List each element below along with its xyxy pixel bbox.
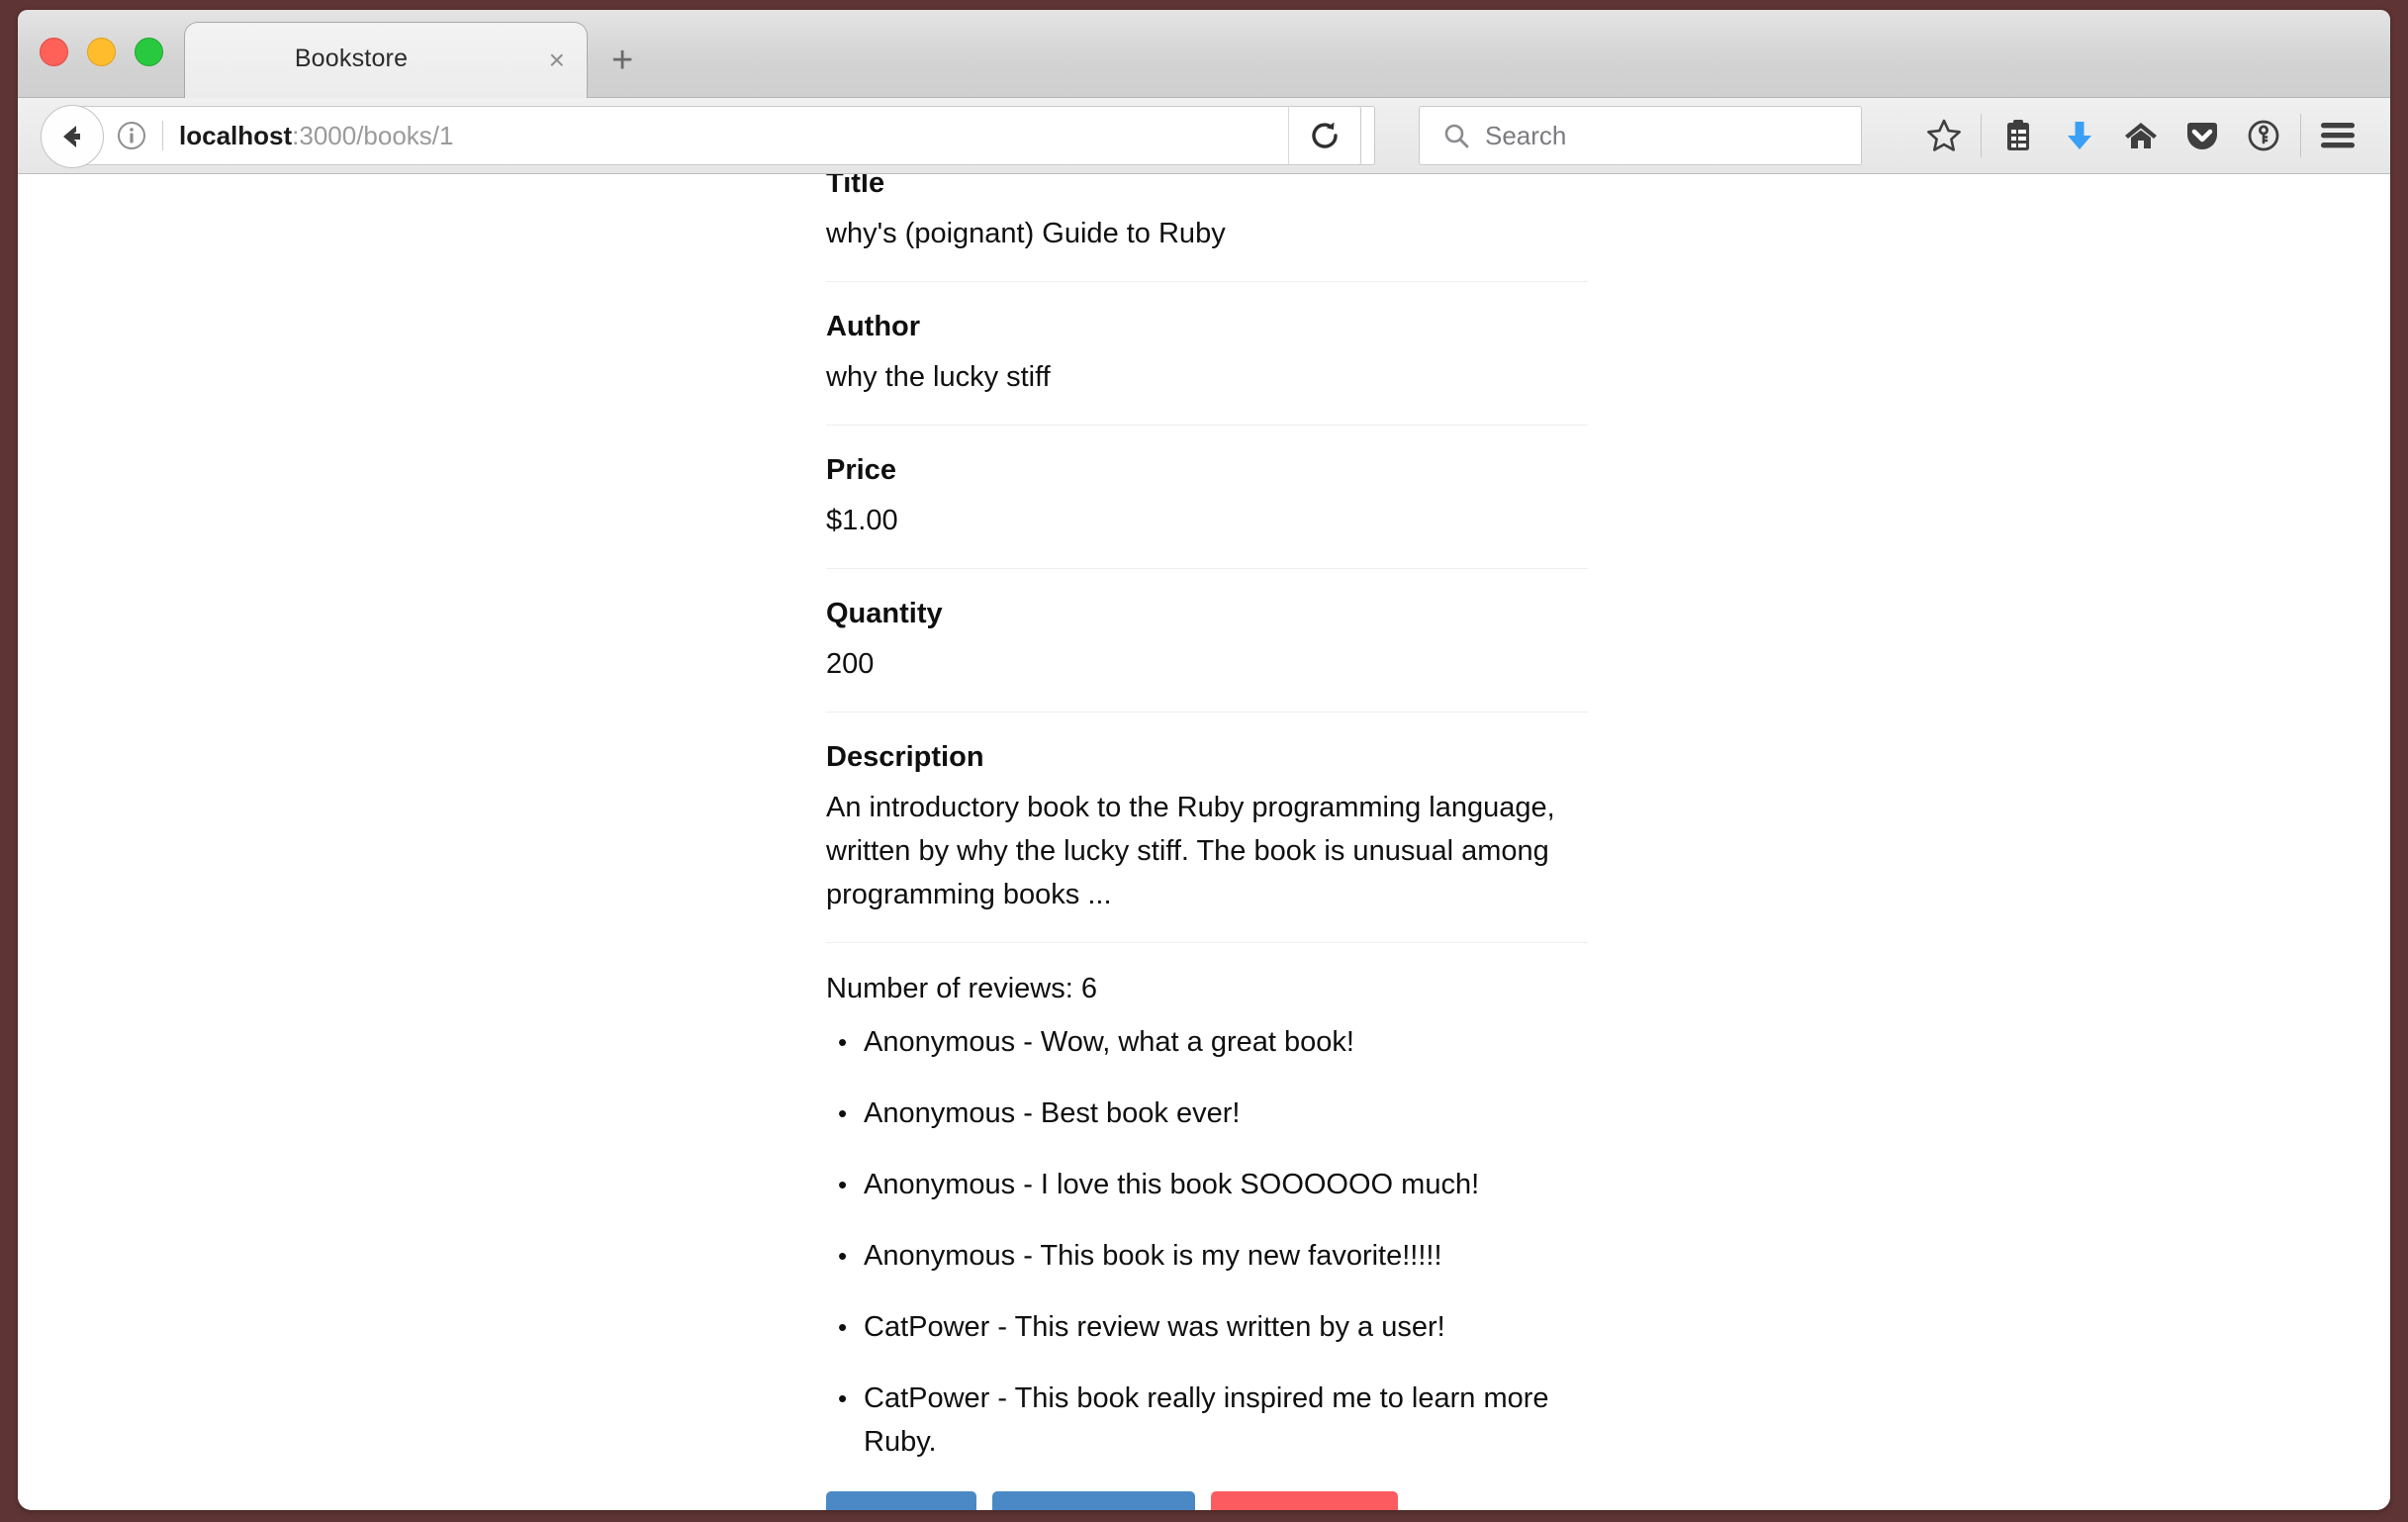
add-review-button[interactable]: Add a Review (992, 1491, 1195, 1510)
pocket-icon[interactable] (2172, 106, 2233, 165)
back-button[interactable] (41, 105, 104, 168)
action-buttons: Edit book Add a Review Delete Book (826, 1491, 1588, 1510)
search-placeholder: Search (1485, 120, 1567, 150)
list-item: Anonymous - Wow, what a great book! (826, 1020, 1588, 1064)
minimize-window-button[interactable] (87, 38, 116, 66)
tab-title: Bookstore (294, 45, 409, 72)
toolbar-icons (1913, 106, 2368, 165)
field-value: why's (poignant) Guide to Ruby (826, 218, 1226, 249)
field-label: Description (826, 741, 984, 773)
field-value: 200 (826, 648, 875, 680)
reviews-list: Anonymous - Wow, what a great book! Anon… (826, 1020, 1588, 1464)
tab-strip: Bookstore × + (18, 10, 2390, 98)
new-tab-button[interactable]: + (611, 42, 633, 79)
star-icon[interactable] (1913, 106, 1975, 165)
maximize-window-button[interactable] (135, 38, 163, 66)
field-label: Quantity (826, 598, 943, 629)
field-value: $1.00 (826, 505, 898, 536)
list-item: CatPower - This review was written by a … (826, 1305, 1588, 1349)
close-tab-icon[interactable]: × (549, 47, 565, 74)
reload-button[interactable] (1288, 106, 1361, 165)
url-text: localhost:3000/books/1 (179, 121, 454, 151)
search-bar[interactable]: Search (1419, 106, 1862, 165)
field-value: why the lucky stiff (826, 361, 1051, 393)
list-item: Anonymous - I love this book SOOOOOO muc… (826, 1163, 1588, 1206)
field-title: Title why's (poignant) Guide to Ruby (826, 174, 1588, 282)
password-manager-icon[interactable] (2233, 106, 2294, 165)
url-path: :3000/books/1 (292, 120, 454, 150)
window-controls (40, 38, 163, 66)
toolbar-separator-2 (2300, 114, 2301, 157)
url-host: localhost (179, 120, 293, 150)
reader-list-icon[interactable] (1988, 106, 2049, 165)
edit-book-button[interactable]: Edit book (826, 1491, 977, 1510)
book-detail: Title why's (poignant) Guide to Ruby Aut… (826, 174, 1588, 1510)
toolbar-separator (1981, 114, 1982, 157)
reload-icon (1312, 122, 1338, 148)
tab-bookstore[interactable]: Bookstore × (184, 22, 588, 98)
field-quantity: Quantity 200 (826, 593, 1588, 713)
delete-book-button[interactable]: Delete Book (1210, 1491, 1399, 1510)
field-label: Price (826, 454, 896, 486)
browser-window: Bookstore × + localhost:3000/books/1 Sea… (18, 10, 2390, 1510)
close-window-button[interactable] (40, 38, 68, 66)
reviews-count: Number of reviews: 6 (826, 973, 1097, 1004)
field-author: Author why the lucky stiff (826, 306, 1588, 426)
hamburger-menu-icon[interactable] (2307, 106, 2368, 165)
url-bar[interactable]: localhost:3000/books/1 (72, 106, 1375, 165)
url-separator (162, 121, 163, 150)
page-info-icon[interactable] (115, 119, 148, 152)
list-item: CatPower - This book really inspired me … (826, 1377, 1588, 1464)
list-item: Anonymous - This book is my new favorite… (826, 1234, 1588, 1278)
list-item: Anonymous - Best book ever! (826, 1092, 1588, 1135)
search-icon (1441, 121, 1471, 150)
navigation-toolbar: localhost:3000/books/1 Search (18, 98, 2390, 174)
field-description: Description An introductory book to the … (826, 736, 1588, 943)
field-price: Price $1.00 (826, 449, 1588, 569)
field-value: An introductory book to the Ruby program… (826, 792, 1555, 910)
field-label: Author (826, 311, 921, 342)
field-label: Title (826, 174, 885, 199)
download-icon[interactable] (2049, 106, 2110, 165)
home-icon[interactable] (2110, 106, 2172, 165)
page-viewport: Title why's (poignant) Guide to Ruby Aut… (18, 174, 2390, 1510)
back-arrow-icon (63, 126, 80, 147)
